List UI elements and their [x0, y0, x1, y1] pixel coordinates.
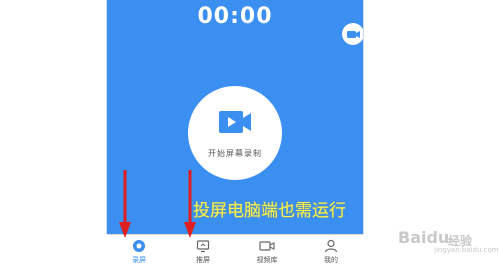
- video-camera-icon: [259, 241, 275, 251]
- start-recording-label: 开始屏幕录制: [208, 149, 262, 158]
- watermark-url: jingyan.baidu.com: [434, 246, 499, 254]
- nav-label-mine: 我的: [324, 256, 338, 264]
- video-camera-icon: [347, 31, 360, 38]
- watermark-brand: Baidu: [398, 228, 450, 247]
- recording-timer: 00:00: [197, 4, 273, 29]
- user-icon: [324, 239, 338, 253]
- video-camera-icon: [219, 111, 251, 133]
- annotation-caption: 投屏电脑端也需运行: [193, 201, 346, 221]
- phone-screen: 00:00 开始屏幕录制 录屏 推屏 视频库 我的: [107, 0, 363, 269]
- nav-label-cast: 推屏: [196, 256, 210, 264]
- nav-label-record: 录屏: [132, 256, 146, 264]
- nav-label-video-library: 视频库: [256, 256, 278, 264]
- nav-item-cast[interactable]: 推屏: [171, 235, 235, 269]
- nav-item-mine[interactable]: 我的: [299, 235, 363, 269]
- camera-toggle-button[interactable]: [342, 23, 363, 45]
- screen-cast-icon: [196, 240, 210, 253]
- start-recording-button[interactable]: 开始屏幕录制: [188, 86, 282, 180]
- red-arrow-annotation: [119, 170, 131, 238]
- bottom-navigation: 录屏 推屏 视频库 我的: [107, 234, 363, 269]
- nav-item-record[interactable]: 录屏: [107, 235, 171, 269]
- baidu-watermark: Baidu 经验 jingyan.baidu.com: [398, 218, 499, 258]
- screenshot-stage: 00:00 开始屏幕录制 录屏 推屏 视频库 我的 投屏电脑端也需运行 Baid…: [0, 0, 500, 269]
- nav-item-video-library[interactable]: 视频库: [235, 235, 299, 269]
- phone-edge-right: [363, 0, 364, 234]
- record-dot-icon: [133, 240, 145, 252]
